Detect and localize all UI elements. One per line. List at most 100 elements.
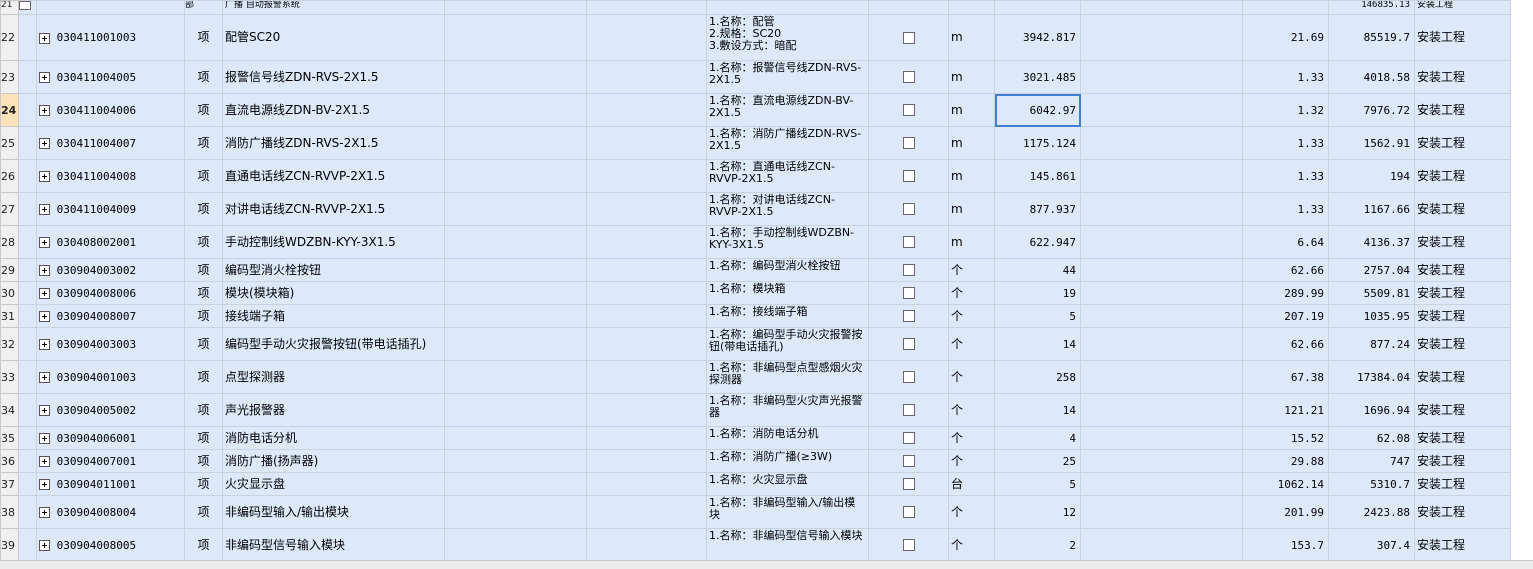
category-cell[interactable]: 安装工程	[1414, 0, 1511, 15]
checkbox-cell[interactable]	[868, 528, 949, 562]
feature-cell[interactable]: 1.名称：非编码型输入/输出模块	[706, 495, 869, 529]
name-cell[interactable]: 消防广播线ZDN-RVS-2X1.5	[222, 126, 445, 160]
feature-cell[interactable]: 1.名称：非编码型信号输入模块	[706, 528, 869, 562]
name-cell[interactable]: 直流电源线ZDN-BV-2X1.5	[222, 93, 445, 127]
feature-cell[interactable]: 1.名称：消防广播(≥3W)	[706, 449, 869, 473]
category-cell[interactable]: 安装工程	[1414, 472, 1511, 496]
checkbox-icon[interactable]	[902, 539, 915, 551]
feature-cell[interactable]: 1.名称：配管 2.规格：SC20 3.敷设方式：暗配	[706, 14, 869, 61]
checkbox-icon[interactable]	[902, 264, 915, 276]
type-cell[interactable]: 项	[184, 258, 223, 282]
plus-box-icon[interactable]	[39, 540, 50, 551]
type-cell[interactable]: 项	[184, 159, 223, 193]
table-row[interactable]: 35 030904006001 项消防电话分机 1.名称：消防电话分机 个 4 15.52…	[0, 426, 1511, 450]
unit-cell[interactable]: m	[948, 60, 995, 94]
category-cell[interactable]: 安装工程	[1414, 304, 1511, 328]
name-cell[interactable]: 编码型消火栓按钮	[222, 258, 445, 282]
unit-cell[interactable]: 个	[948, 304, 995, 328]
code-cell[interactable]: 030411001003	[36, 14, 185, 61]
name-cell[interactable]: 广播 自动报警系统	[222, 0, 445, 15]
category-cell[interactable]: 安装工程	[1414, 60, 1511, 94]
total-cell[interactable]: 7976.72	[1328, 93, 1415, 127]
row-number[interactable]: 36	[0, 449, 19, 473]
unit-price-cell[interactable]: 289.99	[1242, 281, 1329, 305]
category-cell[interactable]: 安装工程	[1414, 258, 1511, 282]
row-number[interactable]: 32	[0, 327, 19, 361]
checkbox-cell[interactable]	[868, 14, 949, 61]
checkbox-icon[interactable]	[902, 170, 915, 182]
code-cell[interactable]: 030411004007	[36, 126, 185, 160]
row-number[interactable]: 26	[0, 159, 19, 193]
plus-box-icon[interactable]	[39, 265, 50, 276]
row-number[interactable]: 38	[0, 495, 19, 529]
unit-cell[interactable]: 个	[948, 426, 995, 450]
category-cell[interactable]: 安装工程	[1414, 426, 1511, 450]
quantity-cell[interactable]: 14	[994, 327, 1081, 361]
plus-box-icon[interactable]	[39, 72, 50, 83]
row-number[interactable]: 30	[0, 281, 19, 305]
quantity-cell[interactable]: 145.861	[994, 159, 1081, 193]
checkbox-cell[interactable]	[868, 159, 949, 193]
plus-box-icon[interactable]	[39, 105, 50, 116]
checkbox-cell[interactable]	[868, 495, 949, 529]
unit-price-cell[interactable]: 153.7	[1242, 528, 1329, 562]
unit-cell[interactable]: 个	[948, 449, 995, 473]
name-cell[interactable]: 模块(模块箱)	[222, 281, 445, 305]
checkbox-icon[interactable]	[902, 506, 915, 518]
checkbox-cell[interactable]	[868, 304, 949, 328]
checkbox-cell[interactable]	[868, 360, 949, 394]
type-cell[interactable]: 项	[184, 14, 223, 61]
category-cell[interactable]: 安装工程	[1414, 327, 1511, 361]
unit-price-cell[interactable]: 62.66	[1242, 258, 1329, 282]
type-cell[interactable]: 项	[184, 495, 223, 529]
unit-price-cell[interactable]: 1.32	[1242, 93, 1329, 127]
unit-price-cell[interactable]: 1.33	[1242, 126, 1329, 160]
code-cell[interactable]: 030904001003	[36, 360, 185, 394]
table-row[interactable]: 23 030411004005 项报警信号线ZDN-RVS-2X1.5 1.名称：报…	[0, 60, 1511, 94]
code-cell[interactable]: 030904008006	[36, 281, 185, 305]
quantity-cell[interactable]: 3942.817	[994, 14, 1081, 61]
checkbox-cell[interactable]	[868, 281, 949, 305]
name-cell[interactable]: 火灾显示盘	[222, 472, 445, 496]
checkbox-icon[interactable]	[902, 478, 915, 490]
plus-box-icon[interactable]	[39, 479, 50, 490]
name-cell[interactable]: 直通电话线ZCN-RVVP-2X1.5	[222, 159, 445, 193]
feature-cell[interactable]: 1.名称：模块箱	[706, 281, 869, 305]
name-cell[interactable]: 对讲电话线ZCN-RVVP-2X1.5	[222, 192, 445, 226]
type-cell[interactable]: 项	[184, 60, 223, 94]
code-cell[interactable]: 030904008005	[36, 528, 185, 562]
quantity-cell[interactable]: 19	[994, 281, 1081, 305]
category-cell[interactable]: 安装工程	[1414, 159, 1511, 193]
total-cell[interactable]: 5310.7	[1328, 472, 1415, 496]
unit-price-cell[interactable]: 121.21	[1242, 393, 1329, 427]
plus-box-icon[interactable]	[39, 507, 50, 518]
checkbox-icon[interactable]	[902, 455, 915, 467]
code-cell[interactable]: 030904006001	[36, 426, 185, 450]
checkbox-cell[interactable]	[868, 327, 949, 361]
row-number[interactable]: 39	[0, 528, 19, 562]
unit-price-cell[interactable]: 201.99	[1242, 495, 1329, 529]
code-cell[interactable]: 030904008004	[36, 495, 185, 529]
category-cell[interactable]: 安装工程	[1414, 225, 1511, 259]
feature-cell[interactable]: 1.名称：非编码型火灾声光报警器	[706, 393, 869, 427]
type-cell[interactable]: 项	[184, 225, 223, 259]
unit-price-cell[interactable]: 1.33	[1242, 60, 1329, 94]
checkbox-icon[interactable]	[902, 31, 915, 44]
feature-cell[interactable]: 1.名称：火灾显示盘	[706, 472, 869, 496]
table-row[interactable]: 38 030904008004 项非编码型输入/输出模块 1.名称：非编码型输入/输…	[0, 495, 1511, 529]
type-cell[interactable]: 项	[184, 304, 223, 328]
quantity-cell[interactable]: 4	[994, 426, 1081, 450]
quantity-cell[interactable]: 5	[994, 472, 1081, 496]
unit-price-cell[interactable]: 15.52	[1242, 426, 1329, 450]
table-row[interactable]: 28 030408002001 项手动控制线WDZBN-KYY-3X1.5 1.名称…	[0, 225, 1511, 259]
category-cell[interactable]: 安装工程	[1414, 14, 1511, 61]
category-cell[interactable]: 安装工程	[1414, 126, 1511, 160]
row-number[interactable]: 35	[0, 426, 19, 450]
plus-box-icon[interactable]	[39, 372, 50, 383]
feature-cell[interactable]: 1.名称：对讲电话线ZCN-RVVP-2X1.5	[706, 192, 869, 226]
name-cell[interactable]: 接线端子箱	[222, 304, 445, 328]
unit-cell[interactable]: 台	[948, 472, 995, 496]
type-cell[interactable]: 项	[184, 472, 223, 496]
total-cell[interactable]: 1167.66	[1328, 192, 1415, 226]
total-cell[interactable]: 1696.94	[1328, 393, 1415, 427]
